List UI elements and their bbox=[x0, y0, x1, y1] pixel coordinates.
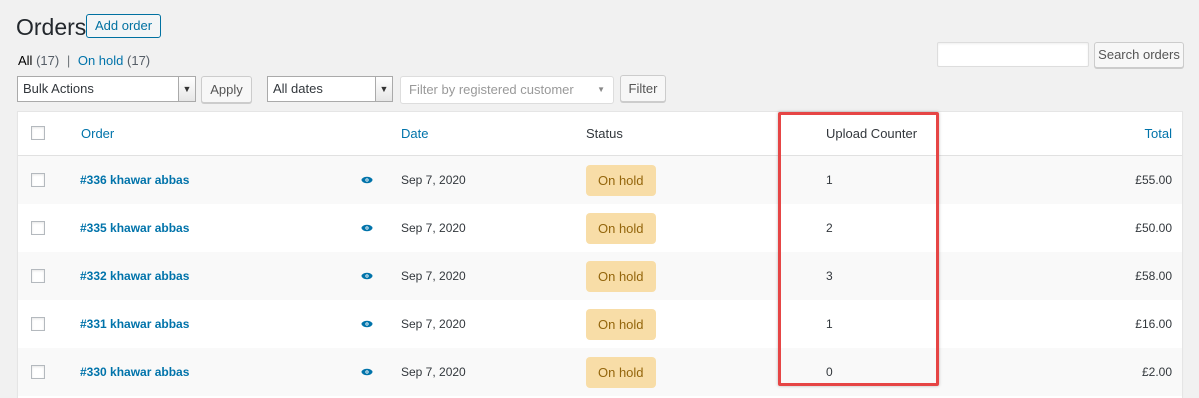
table-header: Order Date Status Upload Counter Total bbox=[18, 112, 1182, 156]
search-orders-button[interactable]: Search orders bbox=[1094, 42, 1184, 68]
view-all-count: (17) bbox=[36, 53, 60, 68]
customer-filter-select[interactable]: Filter by registered customer ▼ bbox=[400, 76, 614, 104]
add-order-button[interactable]: Add order bbox=[86, 14, 162, 38]
table-row[interactable]: #336 khawar abbas Sep 7, 2020 On hold 1 … bbox=[18, 156, 1182, 204]
filter-button[interactable]: Filter bbox=[620, 75, 666, 102]
order-total: £2.00 bbox=[1141, 365, 1172, 379]
row-checkbox[interactable] bbox=[31, 365, 45, 379]
view-on-hold-count: (17) bbox=[127, 53, 151, 68]
column-header-date[interactable]: Date bbox=[401, 126, 428, 141]
order-total: £58.00 bbox=[1135, 269, 1172, 283]
column-header-upload-counter: Upload Counter bbox=[826, 126, 918, 141]
order-link[interactable]: #331 khawar abbas bbox=[80, 317, 189, 331]
order-link[interactable]: #330 khawar abbas bbox=[80, 365, 189, 379]
dates-value: All dates bbox=[273, 81, 323, 96]
order-date: Sep 7, 2020 bbox=[401, 221, 466, 235]
eye-icon[interactable] bbox=[361, 174, 373, 186]
table-row[interactable]: #330 khawar abbas Sep 7, 2020 On hold 0 … bbox=[18, 348, 1182, 396]
dates-select[interactable]: All dates ▼ bbox=[267, 76, 393, 102]
order-total: £50.00 bbox=[1135, 221, 1172, 235]
table-row[interactable]: #332 khawar abbas Sep 7, 2020 On hold 3 … bbox=[18, 252, 1182, 300]
upload-counter-value: 0 bbox=[826, 365, 833, 379]
apply-button[interactable]: Apply bbox=[201, 76, 252, 103]
order-total: £55.00 bbox=[1135, 173, 1172, 187]
row-checkbox[interactable] bbox=[31, 173, 45, 187]
search-input[interactable] bbox=[937, 42, 1089, 67]
column-header-order[interactable]: Order bbox=[81, 126, 114, 141]
order-date: Sep 7, 2020 bbox=[401, 173, 466, 187]
status-badge: On hold bbox=[586, 261, 656, 292]
chevron-down-icon: ▼ bbox=[178, 77, 195, 101]
page-title: Orders bbox=[16, 14, 87, 40]
table-row[interactable]: #335 khawar abbas Sep 7, 2020 On hold 2 … bbox=[18, 204, 1182, 252]
table-row[interactable]: #331 khawar abbas Sep 7, 2020 On hold 1 … bbox=[18, 300, 1182, 348]
select-all-checkbox[interactable] bbox=[31, 126, 45, 140]
eye-icon[interactable] bbox=[361, 270, 373, 282]
view-all-link[interactable]: All bbox=[18, 53, 32, 68]
order-date: Sep 7, 2020 bbox=[401, 365, 466, 379]
column-header-total[interactable]: Total bbox=[1145, 126, 1172, 141]
view-on-hold-link[interactable]: On hold bbox=[78, 53, 124, 68]
status-badge: On hold bbox=[586, 213, 656, 244]
row-checkbox[interactable] bbox=[31, 221, 45, 235]
column-header-status: Status bbox=[586, 126, 623, 141]
chevron-down-icon: ▼ bbox=[375, 77, 392, 101]
order-link[interactable]: #332 khawar abbas bbox=[80, 269, 189, 283]
upload-counter-value: 2 bbox=[826, 221, 833, 235]
order-date: Sep 7, 2020 bbox=[401, 269, 466, 283]
upload-counter-value: 1 bbox=[826, 173, 833, 187]
eye-icon[interactable] bbox=[361, 318, 373, 330]
customer-filter-placeholder: Filter by registered customer bbox=[409, 82, 574, 97]
eye-icon[interactable] bbox=[361, 222, 373, 234]
bulk-actions-value: Bulk Actions bbox=[23, 81, 94, 96]
upload-counter-value: 3 bbox=[826, 269, 833, 283]
bulk-actions-select[interactable]: Bulk Actions ▼ bbox=[17, 76, 196, 102]
order-link[interactable]: #335 khawar abbas bbox=[80, 221, 189, 235]
status-badge: On hold bbox=[586, 165, 656, 196]
eye-icon[interactable] bbox=[361, 366, 373, 378]
status-badge: On hold bbox=[586, 309, 656, 340]
orders-table: Order Date Status Upload Counter Total #… bbox=[17, 111, 1183, 398]
order-date: Sep 7, 2020 bbox=[401, 317, 466, 331]
upload-counter-value: 1 bbox=[826, 317, 833, 331]
caret-down-icon: ▼ bbox=[597, 85, 605, 94]
row-checkbox[interactable] bbox=[31, 269, 45, 283]
order-total: £16.00 bbox=[1135, 317, 1172, 331]
status-badge: On hold bbox=[586, 357, 656, 388]
row-checkbox[interactable] bbox=[31, 317, 45, 331]
view-separator: | bbox=[66, 53, 71, 68]
order-link[interactable]: #336 khawar abbas bbox=[80, 173, 189, 187]
order-status-views: All (17) | On hold (17) bbox=[18, 53, 150, 68]
